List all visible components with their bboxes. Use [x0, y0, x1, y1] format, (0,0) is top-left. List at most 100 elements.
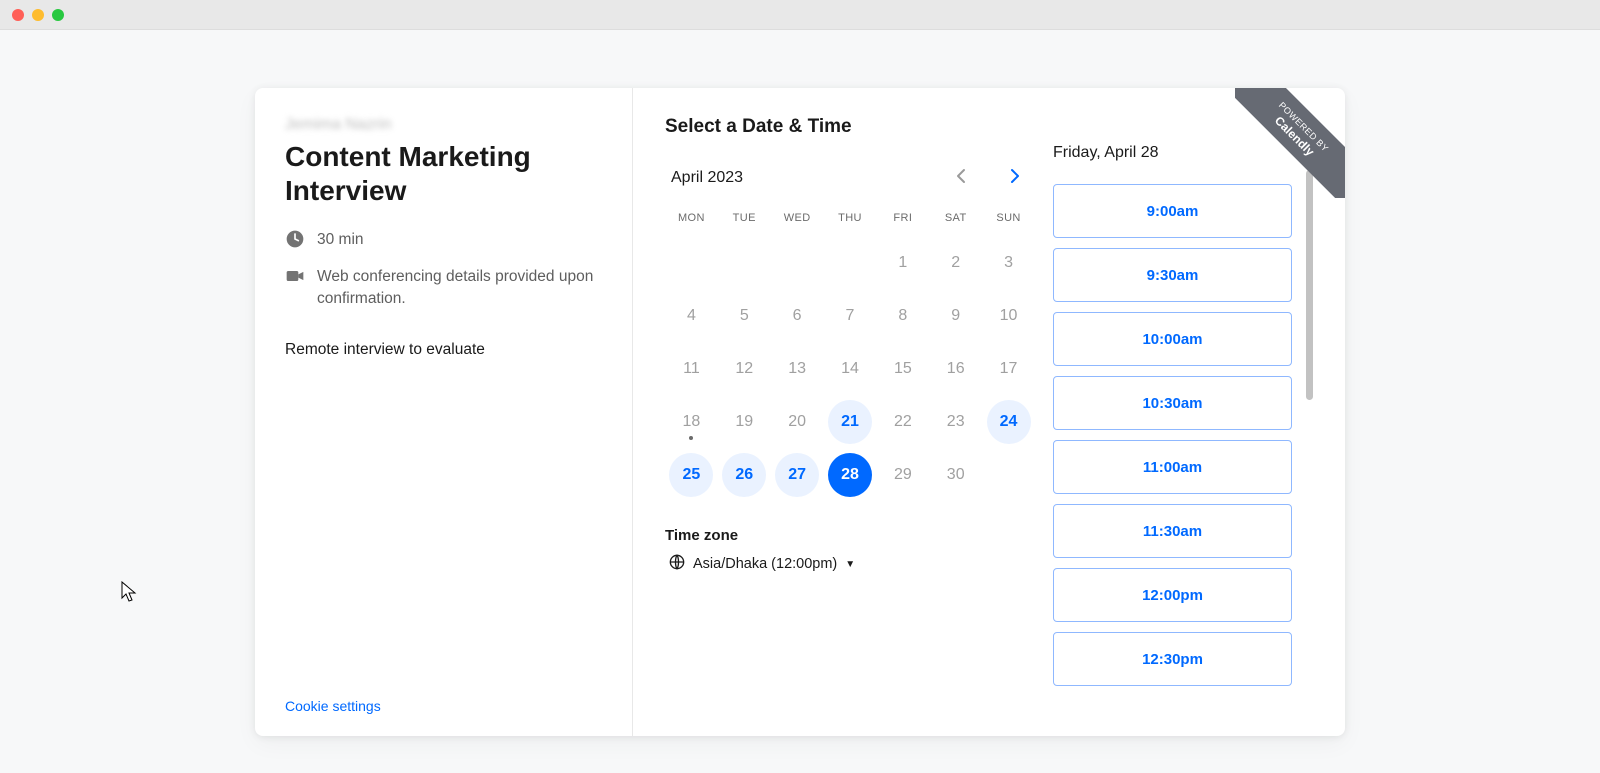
day-cell: 17 — [982, 342, 1035, 395]
day-cell: 10 — [982, 289, 1035, 342]
day-button-disabled: 20 — [775, 400, 819, 444]
day-button-available[interactable]: 27 — [775, 453, 819, 497]
timezone-value: Asia/Dhaka (12:00pm) — [693, 556, 837, 572]
day-cell: 20 — [771, 395, 824, 448]
time-slot-button[interactable]: 12:00pm — [1053, 568, 1292, 622]
day-button-disabled: 5 — [722, 294, 766, 338]
day-button-available[interactable]: 25 — [669, 453, 713, 497]
clock-icon — [285, 229, 305, 249]
prev-month-button[interactable] — [947, 164, 975, 192]
day-button-selected[interactable]: 28 — [828, 453, 872, 497]
day-cell-blank — [824, 236, 877, 289]
powered-by-badge[interactable]: POWERED BY Calendly — [1235, 88, 1345, 198]
day-cell: 14 — [824, 342, 877, 395]
time-slot-button[interactable]: 10:30am — [1053, 376, 1292, 430]
day-cell: 24 — [982, 395, 1035, 448]
event-description: Remote interview to evaluate — [285, 341, 602, 359]
day-cell: 25 — [665, 448, 718, 501]
month-header: April 2023 — [665, 164, 1035, 192]
day-button-disabled: 8 — [881, 294, 925, 338]
day-cell: 27 — [771, 448, 824, 501]
day-button-disabled: 10 — [987, 294, 1031, 338]
time-slot-button[interactable]: 11:00am — [1053, 440, 1292, 494]
day-cell: 6 — [771, 289, 824, 342]
window-minimize-icon[interactable] — [32, 9, 44, 21]
day-cell: 5 — [718, 289, 771, 342]
dow-label: SUN — [982, 206, 1035, 236]
day-cell: 9 — [929, 289, 982, 342]
event-details-pane: Jemima Nazrin Content Marketing Intervie… — [255, 88, 633, 736]
cookie-settings-link[interactable]: Cookie settings — [285, 698, 381, 714]
video-icon — [285, 266, 305, 286]
location-row: Web conferencing details provided upon c… — [285, 266, 602, 311]
chevron-left-icon — [956, 168, 966, 189]
day-button-disabled: 1 — [881, 241, 925, 285]
day-button-disabled: 3 — [987, 241, 1031, 285]
day-cell: 7 — [824, 289, 877, 342]
timezone-select[interactable]: Asia/Dhaka (12:00pm) ▼ — [665, 552, 859, 576]
day-cell: 22 — [876, 395, 929, 448]
caret-down-icon: ▼ — [845, 559, 855, 570]
day-button-disabled: 30 — [934, 453, 978, 497]
dow-label: SAT — [929, 206, 982, 236]
day-cell: 21 — [824, 395, 877, 448]
day-button-available[interactable]: 26 — [722, 453, 766, 497]
day-button-disabled: 12 — [722, 347, 766, 391]
day-cell: 1 — [876, 236, 929, 289]
booking-card: POWERED BY Calendly Jemima Nazrin Conten… — [255, 88, 1345, 736]
day-button-disabled: 29 — [881, 453, 925, 497]
day-cell: 28 — [824, 448, 877, 501]
day-button-disabled: 18 — [669, 400, 713, 444]
day-cell: 3 — [982, 236, 1035, 289]
dow-label: TUE — [718, 206, 771, 236]
day-cell: 15 — [876, 342, 929, 395]
dow-label: THU — [824, 206, 877, 236]
day-button-disabled: 6 — [775, 294, 819, 338]
day-cell: 4 — [665, 289, 718, 342]
calendar-grid: MONTUEWEDTHUFRISATSUN1234567891011121314… — [665, 206, 1035, 501]
duration-row: 30 min — [285, 229, 602, 251]
day-button-disabled: 2 — [934, 241, 978, 285]
next-month-button[interactable] — [1001, 164, 1029, 192]
time-slot-button[interactable]: 9:30am — [1053, 248, 1292, 302]
chevron-right-icon — [1010, 168, 1020, 189]
day-button-disabled: 11 — [669, 347, 713, 391]
day-cell: 26 — [718, 448, 771, 501]
time-slot-button[interactable]: 10:00am — [1053, 312, 1292, 366]
dow-label: WED — [771, 206, 824, 236]
day-cell: 12 — [718, 342, 771, 395]
scrollbar-track[interactable] — [1306, 170, 1313, 420]
day-cell-blank — [718, 236, 771, 289]
dow-label: MON — [665, 206, 718, 236]
browser-chrome — [0, 0, 1600, 30]
day-button-disabled: 4 — [669, 294, 713, 338]
time-slot-button[interactable]: 12:30pm — [1053, 632, 1292, 686]
scrollbar-thumb[interactable] — [1306, 170, 1313, 400]
day-cell-blank — [771, 236, 824, 289]
day-button-disabled: 15 — [881, 347, 925, 391]
day-button-disabled: 19 — [722, 400, 766, 444]
location-text: Web conferencing details provided upon c… — [317, 266, 602, 311]
day-cell: 2 — [929, 236, 982, 289]
day-button-disabled: 14 — [828, 347, 872, 391]
day-button-disabled: 17 — [987, 347, 1031, 391]
page-stage: POWERED BY Calendly Jemima Nazrin Conten… — [0, 30, 1600, 773]
month-label: April 2023 — [671, 169, 743, 187]
calendar-column: Select a Date & Time April 2023 — [665, 116, 1035, 736]
times-list: 9:00am9:30am10:00am10:30am11:00am11:30am… — [1053, 184, 1292, 686]
day-button-disabled: 16 — [934, 347, 978, 391]
day-button-available[interactable]: 21 — [828, 400, 872, 444]
day-button-disabled: 22 — [881, 400, 925, 444]
day-cell: 16 — [929, 342, 982, 395]
picker-title: Select a Date & Time — [665, 116, 1035, 138]
day-button-disabled: 7 — [828, 294, 872, 338]
day-button-available[interactable]: 24 — [987, 400, 1031, 444]
time-slot-button[interactable]: 11:30am — [1053, 504, 1292, 558]
window-close-icon[interactable] — [12, 9, 24, 21]
day-cell: 8 — [876, 289, 929, 342]
window-zoom-icon[interactable] — [52, 9, 64, 21]
day-cell: 29 — [876, 448, 929, 501]
duration-text: 30 min — [317, 229, 364, 251]
dow-label: FRI — [876, 206, 929, 236]
globe-icon — [669, 554, 685, 574]
